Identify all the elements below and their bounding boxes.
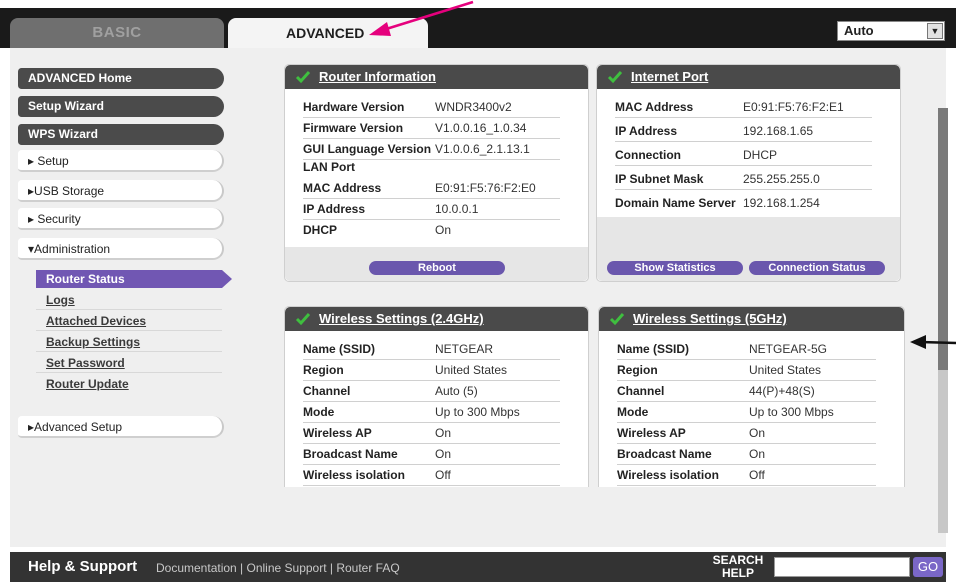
search-input[interactable]	[774, 557, 910, 577]
info-row: MAC Address E0:91:F5:76:F2:E0	[303, 178, 560, 199]
panel-header: Internet Port	[597, 65, 900, 89]
help-support-title: Help & Support	[28, 558, 138, 575]
panel-title[interactable]: Wireless Settings (2.4GHz)	[319, 311, 484, 326]
lan-port-label: LAN Port	[303, 160, 355, 174]
footer: Help & Support Documentation | Online Su…	[10, 552, 946, 582]
panel-header: Router Information	[285, 65, 588, 89]
sidebar-item-router-update[interactable]: Router Update	[36, 374, 222, 394]
show-statistics-button[interactable]: Show Statistics	[607, 261, 743, 275]
check-icon	[607, 71, 623, 84]
info-row: Wireless AP On	[617, 423, 876, 444]
panel-title[interactable]: Wireless Settings (5GHz)	[633, 311, 787, 326]
panel-title[interactable]: Internet Port	[631, 69, 708, 84]
panel-title[interactable]: Router Information	[319, 69, 436, 84]
vertical-scrollbar[interactable]	[938, 108, 948, 533]
router-information-panel: Router Information Hardware Version WNDR3…	[284, 64, 589, 282]
info-row: Firmware Version V1.0.0.16_1.0.34	[303, 118, 560, 139]
sidebar-item-advanced-home[interactable]: ADVANCED Home	[18, 68, 224, 89]
info-row: MAC Address E0:91:F5:76:F2:E1	[615, 97, 872, 118]
info-row: Region United States	[303, 360, 560, 381]
info-row: IP Address 192.168.1.65	[615, 121, 872, 142]
sidebar-item-wps-wizard[interactable]: WPS Wizard	[18, 124, 224, 145]
info-row: Name (SSID) NETGEAR-5G	[617, 339, 876, 360]
reboot-button[interactable]: Reboot	[369, 261, 505, 275]
language-select[interactable]: Auto ▼	[837, 21, 945, 41]
top-bar: BASIC ADVANCED Auto ▼	[0, 0, 956, 48]
sidebar-item-attached-devices[interactable]: Attached Devices	[36, 311, 222, 331]
sidebar-item-usb-storage[interactable]: ▸USB Storage	[18, 180, 224, 202]
sidebar-item-advanced-setup[interactable]: ▸Advanced Setup	[18, 416, 224, 438]
internet-port-panel: Internet Port MAC Address E0:91:F5:76:F2:…	[596, 64, 901, 282]
search-help-label: SEARCH HELP	[712, 553, 764, 580]
wireless-24ghz-panel: Wireless Settings (2.4GHz) Name (SSID) NE…	[284, 306, 589, 487]
info-row: Broadcast Name On	[303, 444, 560, 465]
tab-basic[interactable]: BASIC	[10, 18, 224, 48]
content-area: ADVANCED Home Setup Wizard WPS Wizard ▸ …	[10, 48, 948, 547]
annotation-arrow-icon	[369, 0, 474, 36]
wireless-5ghz-panel: Wireless Settings (5GHz) Name (SSID) NETG…	[598, 306, 905, 487]
info-row: Region United States	[617, 360, 876, 381]
info-row: IP Address 10.0.0.1	[303, 199, 560, 220]
sidebar-item-security[interactable]: ▸ Security	[18, 208, 224, 230]
sidebar-item-administration[interactable]: ▾Administration	[18, 238, 224, 260]
annotation-arrow-icon	[910, 335, 956, 349]
sidebar-item-setup-wizard[interactable]: Setup Wizard	[18, 96, 224, 117]
info-row: Wireless isolation Off	[303, 465, 560, 486]
info-row: Mode Up to 300 Mbps	[617, 402, 876, 423]
footer-links[interactable]: Documentation | Online Support | Router …	[156, 561, 400, 575]
info-row: IP Subnet Mask 255.255.255.0	[615, 169, 872, 190]
info-row: Mode Up to 300 Mbps	[303, 402, 560, 423]
info-row: Connection DHCP	[615, 145, 872, 166]
sidebar-item-backup-settings[interactable]: Backup Settings	[36, 332, 222, 352]
panel-header: Wireless Settings (5GHz)	[599, 307, 904, 331]
info-row: Broadcast Name On	[617, 444, 876, 465]
language-select-value: Auto	[844, 23, 874, 38]
sidebar-item-router-status[interactable]: Router Status	[36, 270, 232, 288]
check-icon	[609, 313, 625, 326]
check-icon	[295, 313, 311, 326]
check-icon	[295, 71, 311, 84]
info-row: DHCP On	[303, 223, 452, 237]
connection-status-button[interactable]: Connection Status	[749, 261, 885, 275]
info-row: Hardware Version WNDR3400v2	[303, 97, 560, 118]
go-button[interactable]: GO	[913, 557, 943, 577]
sidebar-item-logs[interactable]: Logs	[36, 290, 222, 310]
info-row: Domain Name Server 192.168.1.254	[615, 196, 820, 210]
chevron-down-icon[interactable]: ▼	[927, 23, 943, 39]
sidebar-item-setup[interactable]: ▸ Setup	[18, 150, 224, 172]
info-row: Channel Auto (5)	[303, 381, 560, 402]
info-row: Wireless AP On	[303, 423, 560, 444]
info-row: Wireless isolation Off	[617, 465, 876, 486]
panel-header: Wireless Settings (2.4GHz)	[285, 307, 588, 331]
info-row: Channel 44(P)+48(S)	[617, 381, 876, 402]
info-row: Name (SSID) NETGEAR	[303, 339, 560, 360]
sidebar-item-set-password[interactable]: Set Password	[36, 353, 222, 373]
